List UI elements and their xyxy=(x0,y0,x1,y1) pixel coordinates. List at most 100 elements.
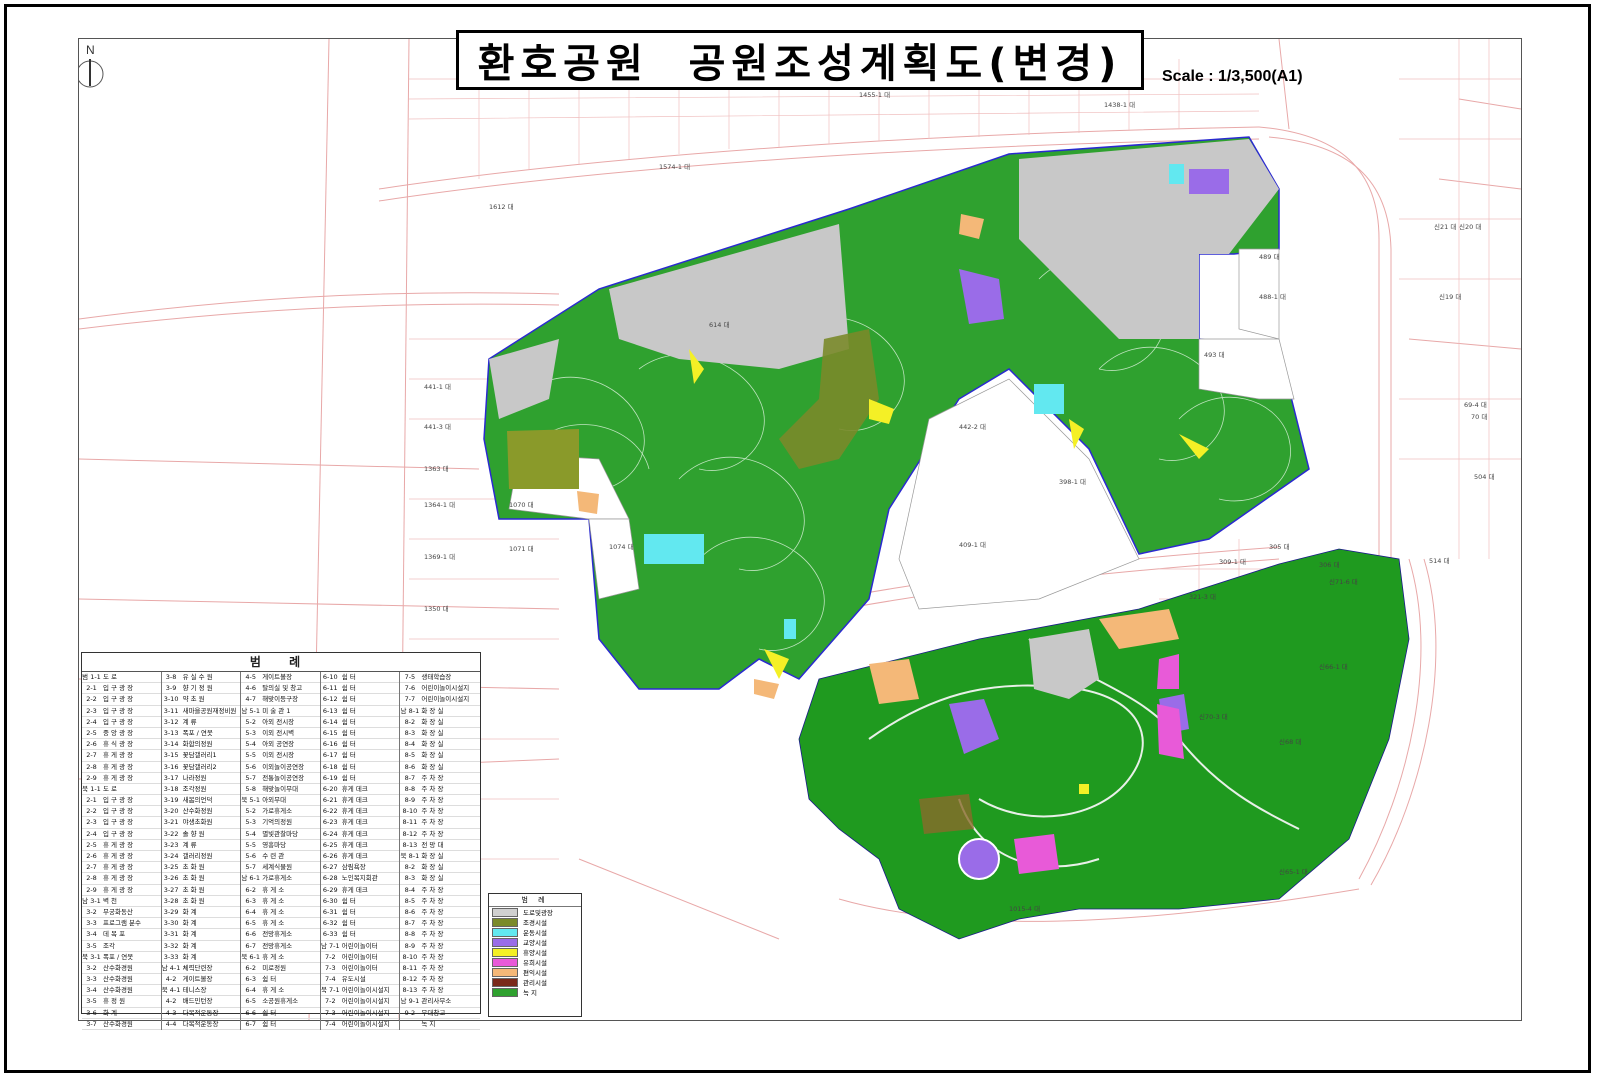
legend-label: 입 구 광 장 xyxy=(103,695,134,704)
legend-code: 9-2 xyxy=(404,1008,416,1017)
legend-label: 휴 게 광 장 xyxy=(103,751,134,760)
legend-row: 7-3 어린이놀이터 xyxy=(320,963,400,975)
facility-swatch xyxy=(492,927,518,937)
svg-text:1070 대: 1070 대 xyxy=(509,501,534,509)
legend-code: 6-11 xyxy=(322,684,338,693)
legend-label: 휴 게 광 장 xyxy=(103,874,134,883)
legend-row: 7-7 어린이놀이시설지 xyxy=(400,694,480,706)
legend-code: 3-16 xyxy=(163,762,179,771)
legend-row: 3-12 계 류 xyxy=(161,717,241,728)
legend-label: 입 구 광 장 xyxy=(103,706,134,715)
legend-label: 입 구 광 장 xyxy=(103,796,134,805)
legend-code: 3-13 xyxy=(163,728,179,737)
title-box: 환호공원 공원조성계획도(변경) xyxy=(456,30,1144,90)
legend-code: 6-18 xyxy=(322,762,338,771)
legend-label: 휴 게 소 xyxy=(262,986,285,995)
legend-row: 4-2 게이트볼장 xyxy=(161,974,241,986)
sports-facility-north-2 xyxy=(1034,384,1064,414)
legend-label: 배드민턴장 xyxy=(182,997,213,1006)
legend-code: 3-17 xyxy=(163,773,179,782)
svg-text:398-1 대: 398-1 대 xyxy=(1059,478,1086,486)
legend-label: 휴 게 광 장 xyxy=(103,863,134,872)
legend-label: 주 차 장 xyxy=(421,930,444,939)
legend-code: 6-6 xyxy=(245,1008,256,1017)
legend-row: 6-2 미로정원 xyxy=(241,963,320,975)
legend-label: 입 구 광 장 xyxy=(103,684,134,693)
legend-row: 7-4 유도시설 xyxy=(320,974,400,986)
legend-label: 산수화경원 xyxy=(103,963,133,972)
legend-code: 6-31 xyxy=(322,907,338,916)
legend-label: 주 차 장 xyxy=(421,796,444,805)
legend-label: 세계식물원 xyxy=(262,863,293,872)
legend-row: 남 6-1 가로휴게소 xyxy=(241,873,320,885)
legend-code: 4-3 xyxy=(165,1008,177,1017)
legend-row: 6-17 쉼 터 xyxy=(320,750,400,762)
legend-row: 3-20 산수화정원 xyxy=(161,806,241,818)
legend-code: 8-6 xyxy=(404,907,416,916)
legend-row: 8-2 화 장 실 xyxy=(400,717,480,728)
legend-row: 6-33 쉼 터 xyxy=(320,929,400,941)
legend-row: 6-30 쉼 터 xyxy=(320,896,400,907)
legend-label: 주 차 장 xyxy=(421,963,444,972)
svg-text:305 대: 305 대 xyxy=(1269,543,1289,551)
facility-legend-label: 유희시설 xyxy=(523,959,547,967)
facility-legend-row: 관리시설 xyxy=(489,977,581,987)
legend-row: 2-3 입 구 광 장 xyxy=(82,817,161,829)
legend-row: 6-20 휴게 데크 xyxy=(320,784,400,796)
legend-label: 휴 게 광 장 xyxy=(103,885,134,894)
legend-code: 3-14 xyxy=(163,740,179,749)
legend-label: 어린이놀이터 xyxy=(341,963,378,972)
svg-text:442-2 대: 442-2 대 xyxy=(959,423,986,431)
legend-code: 4-4 xyxy=(165,1019,177,1028)
legend-code: 6-5 xyxy=(245,919,256,928)
legend-code: 2-8 xyxy=(86,762,97,771)
legend-row: 3-18 조각정원 xyxy=(161,784,241,796)
legend-label: 야생초화원 xyxy=(182,818,213,827)
legend-row: 6-24 휴게 데크 xyxy=(320,829,400,840)
legend-label: 해맞놀이무대 xyxy=(262,784,299,793)
legend-code: 3-3 xyxy=(86,975,97,984)
legend-row: 7-2 어린이놀이터 xyxy=(320,952,400,963)
legend-row: 3-9 향 기 정 원 xyxy=(161,683,241,695)
legend-code: 6-17 xyxy=(322,751,338,760)
legend-row: 3-24 갤러리정원 xyxy=(161,851,241,863)
legend-code: 5-5 xyxy=(245,751,256,760)
legend-code: 2-7 xyxy=(86,863,97,872)
svg-text:493 대: 493 대 xyxy=(1204,351,1224,359)
legend-row: 2-1 입 구 광 장 xyxy=(82,683,161,695)
legend-row: 6-4 휴 게 소 xyxy=(241,985,320,997)
legend-row: 3-19 새봄의언덕 xyxy=(161,795,241,807)
legend-row: 3-10 약 초 원 xyxy=(161,694,241,706)
legend-row: 녹 지 xyxy=(400,1019,480,1030)
legend-code: 6-2 xyxy=(245,885,256,894)
facility-legend-row: 도로및광장 xyxy=(489,907,581,917)
legend-row: 6-22 휴게 데크 xyxy=(320,806,400,818)
legend-row: 3-25 초 화 원 xyxy=(161,862,241,874)
svg-text:1364-1 대: 1364-1 대 xyxy=(424,501,455,509)
legend-row: 5-7 세계식물원 xyxy=(241,862,320,874)
legend-row: 2-4 입 구 광 장 xyxy=(82,829,161,840)
legend-label: 산수화경원 xyxy=(103,986,133,995)
legend-row: 8-7 주 차 장 xyxy=(400,918,480,930)
legend-label: 생태학습장 xyxy=(421,673,452,681)
svg-text:504 대: 504 대 xyxy=(1474,473,1494,481)
legend-label: 솔 향 원 xyxy=(182,829,205,838)
legend-label: 휴 게 소 xyxy=(262,907,285,916)
legend-label: 산수화경원 xyxy=(103,975,133,984)
legend-row: 3-3 산수화경원 xyxy=(82,974,161,986)
legend-code: 7-2 xyxy=(324,997,336,1006)
legend-code: 2-3 xyxy=(86,706,97,715)
legend-code: 3-18 xyxy=(163,784,179,793)
legend-row: 3-26 초 화 원 xyxy=(161,873,241,885)
legend-code: 7-7 xyxy=(404,695,416,704)
legend-row: 3-30 화 계 xyxy=(161,918,241,930)
legend-label: 휴게 데크 xyxy=(341,852,368,860)
legend-row: 남 4-1 체력단련장 xyxy=(161,963,241,975)
legend-code: 5-5 xyxy=(245,840,256,849)
legend-code: 2-9 xyxy=(86,773,97,782)
legend-row: 4-2 배드민턴장 xyxy=(161,996,241,1008)
legend-row: 8-12 주 차 장 xyxy=(400,829,480,840)
legend-row: 3-32 화 계 xyxy=(161,941,241,952)
legend-code: 8-8 xyxy=(404,784,416,793)
legend-label: 쉼 터 xyxy=(341,907,356,916)
